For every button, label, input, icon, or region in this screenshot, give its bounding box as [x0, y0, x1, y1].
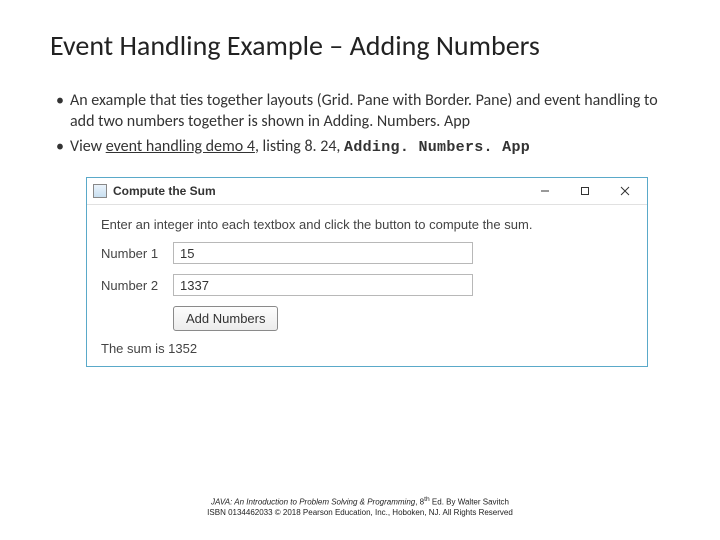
app-window: Compute the Sum Enter an integer into ea…: [86, 177, 648, 367]
app-icon: [93, 184, 107, 198]
class-name-code: Adding. Numbers. App: [344, 139, 530, 156]
button-row: Add Numbers: [101, 306, 633, 331]
footer-text: , 8: [415, 498, 424, 507]
instruction-text: Enter an integer into each textbox and c…: [101, 217, 633, 232]
window-client-area: Enter an integer into each textbox and c…: [87, 205, 647, 366]
bullet-item: View event handling demo 4, listing 8. 2…: [56, 137, 670, 158]
footer-text: ISBN 0134462033 © 2018 Pearson Education…: [0, 508, 720, 518]
bullet-list: An example that ties together layouts (G…: [56, 91, 670, 157]
result-text: The sum is 1352: [101, 341, 633, 356]
add-numbers-button[interactable]: Add Numbers: [173, 306, 278, 331]
footer-citation: JAVA: An Introduction to Problem Solving…: [0, 496, 720, 518]
minimize-icon[interactable]: [525, 179, 565, 203]
number1-label: Number 1: [101, 246, 173, 261]
number2-input[interactable]: [173, 274, 473, 296]
number1-input[interactable]: [173, 242, 473, 264]
close-icon[interactable]: [605, 179, 645, 203]
footer-title: JAVA: An Introduction to Problem Solving…: [211, 498, 415, 507]
window-title: Compute the Sum: [113, 184, 525, 198]
number2-label: Number 2: [101, 278, 173, 293]
bullet-text: , listing 8. 24,: [255, 137, 344, 156]
form-row: Number 1: [101, 242, 633, 264]
form-row: Number 2: [101, 274, 633, 296]
slide-title: Event Handling Example – Adding Numbers: [50, 28, 670, 63]
bullet-item: An example that ties together layouts (G…: [56, 91, 670, 133]
maximize-icon[interactable]: [565, 179, 605, 203]
bullet-text: View: [70, 137, 106, 156]
demo-link[interactable]: event handling demo 4: [106, 137, 255, 156]
footer-text: Ed. By Walter Savitch: [430, 498, 509, 507]
titlebar: Compute the Sum: [87, 178, 647, 205]
